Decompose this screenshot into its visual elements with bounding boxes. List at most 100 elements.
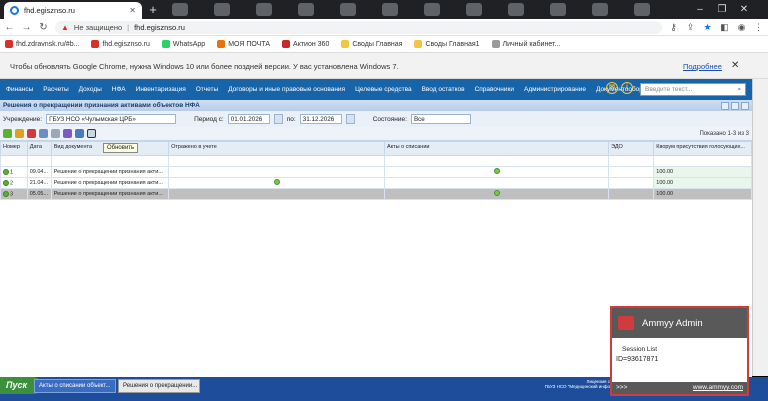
state-select[interactable]: Все bbox=[410, 114, 471, 124]
menu-item[interactable]: НФА bbox=[112, 86, 126, 93]
column-header[interactable]: Акты о списании bbox=[383, 141, 610, 156]
blurred-tab-icon[interactable] bbox=[256, 3, 272, 16]
table-row[interactable]: 2 21.04... Решение о прекращении признания… bbox=[0, 177, 752, 189]
blurred-tab-icon[interactable] bbox=[466, 3, 482, 16]
export-icon[interactable] bbox=[75, 129, 84, 138]
menu-item[interactable]: Ввод остатков bbox=[422, 86, 465, 93]
menu-item[interactable]: Договоры и иные правовые основания bbox=[228, 86, 345, 93]
maximize-button[interactable]: ❐ bbox=[712, 0, 732, 19]
blurred-tab-icon[interactable] bbox=[298, 3, 314, 16]
row-acts bbox=[383, 177, 610, 189]
key-icon[interactable]: ⚷ bbox=[668, 22, 679, 33]
star-icon[interactable]: ★ bbox=[702, 22, 713, 33]
bookmark-item[interactable]: WhatsApp bbox=[161, 40, 205, 48]
table-row[interactable]: 3 05.05... Решение о прекращении признания… bbox=[0, 188, 752, 200]
tab-close-icon[interactable]: ✕ bbox=[129, 6, 136, 15]
documents-icon[interactable] bbox=[63, 129, 72, 138]
panel-restore-button[interactable] bbox=[731, 102, 739, 110]
blurred-tab-icon[interactable] bbox=[340, 3, 356, 16]
menu-item[interactable]: Доходы bbox=[79, 86, 102, 93]
copy-icon[interactable] bbox=[39, 129, 48, 138]
blurred-tab-icon[interactable] bbox=[424, 3, 440, 16]
institution-label: Учреждение: bbox=[3, 115, 43, 123]
calendar-icon[interactable] bbox=[273, 114, 283, 124]
column-header[interactable]: ЭДО bbox=[608, 141, 655, 156]
edit-icon[interactable] bbox=[15, 129, 24, 138]
period-to-field[interactable]: 31.12.2026 bbox=[299, 114, 342, 124]
row-edo bbox=[608, 188, 655, 200]
filter-cell[interactable] bbox=[383, 155, 610, 167]
forward-icon[interactable]: → bbox=[21, 22, 32, 33]
infobar-close-icon[interactable]: ✕ bbox=[731, 60, 739, 71]
menu-item[interactable]: Расчеты bbox=[43, 86, 68, 93]
new-tab-button[interactable]: + bbox=[146, 3, 160, 17]
column-header[interactable]: Отражено в учете bbox=[168, 141, 385, 156]
search-icon[interactable]: ⌕ bbox=[737, 86, 741, 93]
delete-icon[interactable] bbox=[27, 129, 36, 138]
ammyy-expand[interactable]: >>> bbox=[616, 384, 627, 392]
blurred-tab-icon[interactable] bbox=[592, 3, 608, 16]
bookmark-item[interactable]: fhd.zdravnsk.ru/#b... bbox=[5, 40, 79, 48]
bookmark-item[interactable]: Своды Главная bbox=[341, 40, 402, 48]
share-icon[interactable]: ⇪ bbox=[685, 22, 696, 33]
bookmark-item[interactable]: МОЯ ПОЧТА bbox=[217, 40, 270, 48]
address-bar[interactable]: ▲ Не защищено | fhd.egisznso.ru bbox=[55, 20, 662, 34]
extensions-icon[interactable]: ◧ bbox=[719, 22, 730, 33]
menu-icon[interactable]: ⋮ bbox=[753, 22, 764, 33]
profile-icon[interactable]: ◉ bbox=[736, 22, 747, 33]
page-scrollbar[interactable] bbox=[752, 79, 768, 376]
column-header[interactable]: Кворум присутствия голосующих... bbox=[653, 141, 752, 156]
panel-minimize-button[interactable] bbox=[721, 102, 729, 110]
filter-cell[interactable] bbox=[608, 155, 655, 167]
ammyy-site-link[interactable]: www.ammyy.com bbox=[693, 384, 743, 392]
filter-cell[interactable] bbox=[168, 155, 385, 167]
blurred-tab-icon[interactable] bbox=[550, 3, 566, 16]
calendar-icon[interactable] bbox=[345, 114, 355, 124]
filter-cell[interactable] bbox=[653, 155, 752, 167]
row-date: 21.04... bbox=[26, 177, 52, 189]
column-header[interactable]: Дата bbox=[26, 141, 52, 156]
blurred-tab-icon[interactable] bbox=[382, 3, 398, 16]
mail-icon[interactable]: ✉ bbox=[606, 82, 618, 94]
blurred-tab-icon[interactable] bbox=[172, 3, 188, 16]
bookmark-item[interactable]: Личный кабинет... bbox=[491, 40, 560, 48]
browser-tab[interactable]: fhd.egisznso.ru ✕ bbox=[4, 2, 142, 19]
add-icon[interactable] bbox=[3, 129, 12, 138]
row-number: 2 bbox=[0, 177, 28, 189]
column-header[interactable]: Номер bbox=[0, 141, 28, 156]
panel-close-button[interactable] bbox=[741, 102, 749, 110]
table-row[interactable]: 1 09.04... Решение о прекращении признания… bbox=[0, 166, 752, 178]
filter-cell[interactable] bbox=[50, 155, 170, 167]
menu-item[interactable]: Целевые средства bbox=[355, 86, 412, 93]
close-window-button[interactable]: ✕ bbox=[734, 0, 754, 19]
back-icon[interactable]: ← bbox=[4, 22, 15, 33]
refresh-icon[interactable] bbox=[87, 129, 96, 138]
app-search-input[interactable]: Введите текст... ⌕ bbox=[640, 83, 746, 96]
blurred-tab-icon[interactable] bbox=[214, 3, 230, 16]
blurred-tab-icon[interactable] bbox=[508, 3, 524, 16]
menu-item[interactable]: Администрирование bbox=[524, 86, 586, 93]
reload-icon[interactable]: ↻ bbox=[38, 22, 49, 33]
menu-item[interactable]: Инвентаризация bbox=[136, 86, 186, 93]
period-from-field[interactable]: 01.01.2026 bbox=[227, 114, 270, 124]
row-doc-type: Решение о прекращении признания акти... bbox=[50, 177, 170, 189]
minimize-button[interactable]: – bbox=[690, 0, 710, 19]
info-icon[interactable]: i bbox=[621, 82, 633, 94]
infobar-details-link[interactable]: Подробнее bbox=[683, 62, 722, 71]
menu-item[interactable]: Финансы bbox=[6, 86, 33, 93]
filter-cell[interactable] bbox=[0, 155, 28, 167]
bookmark-item[interactable]: Своды Главная1 bbox=[414, 40, 480, 48]
institution-field[interactable]: ГБУЗ НСО «Чулымская ЦРБ» bbox=[46, 114, 177, 124]
taskbar-item[interactable]: Решения о прекращении... bbox=[118, 379, 200, 393]
menu-item[interactable]: Отчеты bbox=[196, 86, 218, 93]
row-number-text: 2 bbox=[10, 180, 14, 187]
menu-item[interactable]: Справочники bbox=[475, 86, 514, 93]
filter-cell[interactable] bbox=[26, 155, 52, 167]
print-icon[interactable] bbox=[51, 129, 60, 138]
bookmark-item[interactable]: Актион 360 bbox=[282, 40, 329, 48]
blurred-tab-icon[interactable] bbox=[634, 3, 650, 16]
status-icon bbox=[3, 168, 9, 175]
row-number: 3 bbox=[0, 188, 28, 200]
taskbar-item[interactable]: Акты о списании объект... bbox=[34, 379, 116, 393]
bookmark-item[interactable]: fhd.egisznso.ru bbox=[91, 40, 150, 48]
